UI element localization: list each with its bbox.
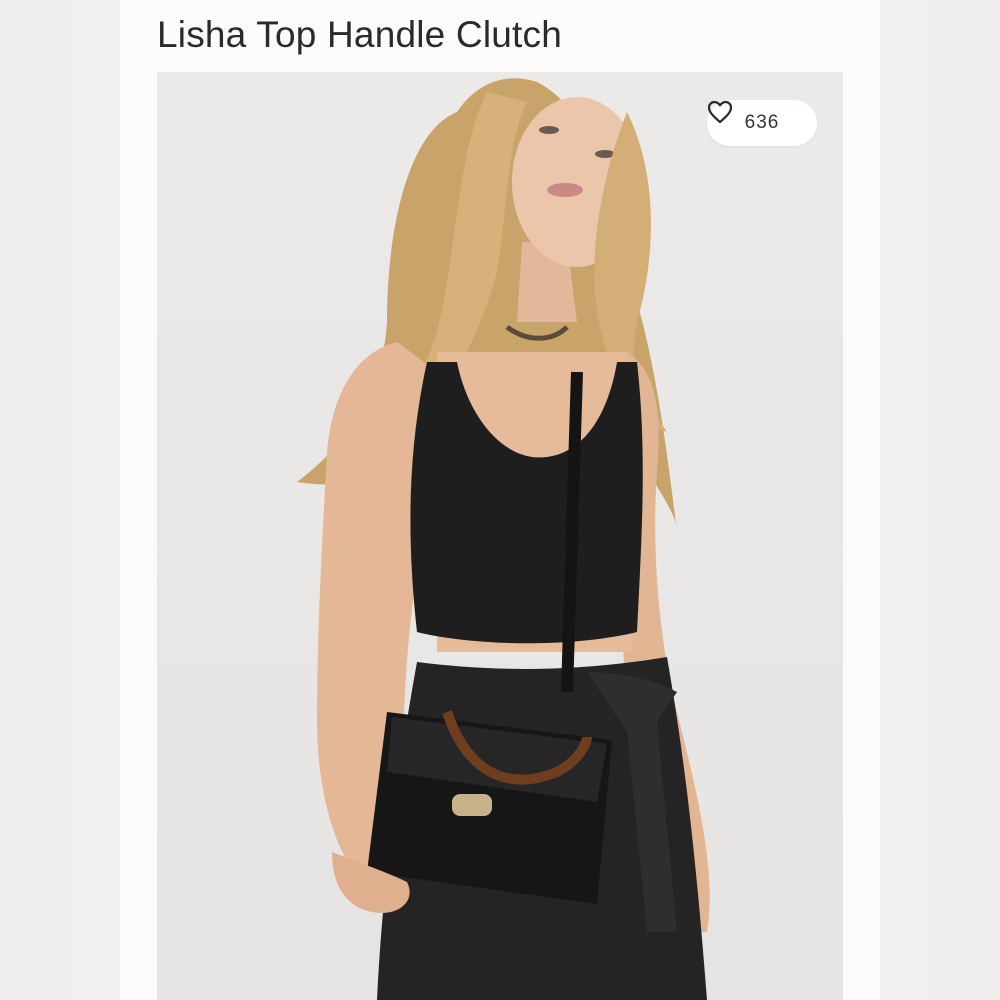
like-button[interactable]: 636 <box>707 100 817 146</box>
like-count: 636 <box>744 112 780 133</box>
product-card: Lisha Top Handle Clutch 636 <box>120 0 880 1000</box>
page-margin-left <box>0 0 120 1000</box>
model-illustration <box>297 78 710 1000</box>
product-title: Lisha Top Handle Clutch <box>157 14 563 55</box>
heart-outline-icon <box>707 100 733 124</box>
bag-lock <box>452 794 492 816</box>
left-eye <box>539 126 559 134</box>
product-photo[interactable]: 636 <box>157 72 843 1000</box>
page-margin-right <box>880 0 1000 1000</box>
lips <box>547 183 583 197</box>
